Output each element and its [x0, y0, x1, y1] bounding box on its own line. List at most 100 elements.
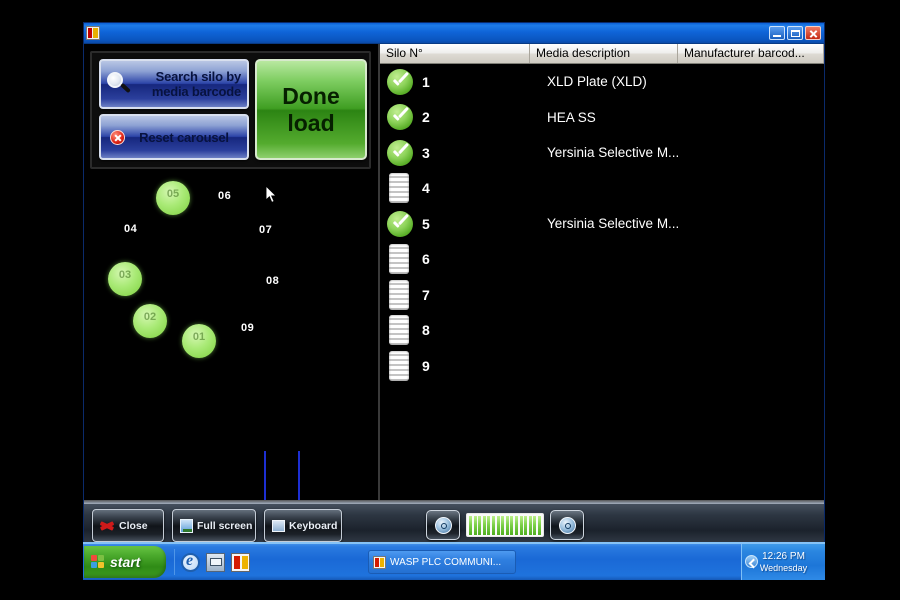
done-load-label-line1: Done: [282, 82, 340, 109]
carousel-marker-08[interactable]: 08: [266, 275, 279, 287]
fullscreen-toolbar-button[interactable]: Full screen: [172, 509, 256, 542]
rotate-right-icon: [558, 516, 576, 534]
wasp-icon: [373, 555, 386, 569]
table-row[interactable]: 9: [380, 348, 824, 384]
table-row[interactable]: 3 Yersinia Selective M...: [380, 135, 824, 171]
media-description: XLD Plate (XLD): [547, 74, 647, 90]
column-header-manufacturer-barcode[interactable]: Manufacturer barcod...: [678, 44, 824, 63]
search-button-label-line1: Search silo by: [155, 69, 242, 84]
carousel-marker-07[interactable]: 07: [259, 224, 272, 236]
silo-number: 4: [422, 180, 430, 197]
close-toolbar-button[interactable]: Close: [92, 509, 164, 542]
column-header-media-description[interactable]: Media description: [530, 44, 678, 63]
system-tray: 12:26 PM Wednesday: [741, 544, 825, 580]
wasp-app-icon: [86, 26, 100, 40]
table-row[interactable]: 7: [380, 277, 824, 313]
carousel-marker-04[interactable]: 04: [124, 223, 137, 235]
clock-day[interactable]: Wednesday: [760, 563, 807, 574]
taskbar-item-label: WASP PLC COMMUNI...: [390, 556, 502, 568]
carousel-marker-09[interactable]: 09: [241, 322, 254, 334]
task-button-area: WASP PLC COMMUNI...: [368, 550, 516, 574]
rotate-right-button[interactable]: [550, 510, 584, 540]
carousel-pane: Search silo by media barcode Reset carou…: [84, 44, 378, 511]
carousel-slot-05[interactable]: 05: [156, 181, 190, 215]
taskbar-item-wasp-plc[interactable]: WASP PLC COMMUNI...: [368, 550, 516, 574]
silo-empty-stack-icon: [389, 173, 409, 204]
search-silo-by-media-barcode-button[interactable]: Search silo by media barcode: [99, 59, 249, 109]
quick-launch-bar: [174, 549, 250, 575]
media-description: Yersinia Selective M...: [547, 216, 680, 232]
search-button-label-line2: media barcode: [151, 84, 241, 99]
table-row[interactable]: 8: [380, 313, 824, 349]
silo-number: 7: [422, 286, 430, 303]
magnifier-icon: [106, 71, 132, 97]
silo-number: 2: [422, 109, 430, 126]
keyboard-icon: [272, 519, 285, 532]
grid-body: 1 XLD Plate (XLD) 2 HEA SS 3 Yersinia Se…: [380, 64, 824, 500]
rotate-left-icon: [434, 516, 452, 534]
grid-header-row: Silo N° Media description Manufacturer b…: [380, 44, 824, 64]
carousel-diagram[interactable]: 05 03 02 01 06 04 07 08 09: [84, 174, 378, 511]
silo-data-grid: Silo N° Media description Manufacturer b…: [380, 44, 824, 500]
table-row[interactable]: 6: [380, 242, 824, 278]
silo-number: 8: [422, 322, 430, 339]
minimize-button[interactable]: [769, 26, 785, 40]
screen: Search silo by media barcode Reset carou…: [0, 0, 900, 600]
keyboard-toolbar-label: Keyboard: [289, 519, 338, 532]
application-window: Search silo by media barcode Reset carou…: [83, 22, 825, 578]
silo-loaded-check-icon: [387, 139, 413, 166]
close-button[interactable]: [805, 26, 821, 40]
fullscreen-icon: [180, 518, 193, 533]
window-client-area: Search silo by media barcode Reset carou…: [84, 44, 824, 578]
start-button-label: start: [110, 554, 141, 570]
table-row[interactable]: 1 XLD Plate (XLD): [380, 64, 824, 100]
carousel-marker-06[interactable]: 06: [218, 190, 231, 202]
keyboard-toolbar-button[interactable]: Keyboard: [264, 509, 342, 542]
carousel-slot-03[interactable]: 03: [108, 262, 142, 296]
rotate-left-button[interactable]: [426, 510, 460, 540]
carousel-progress-gauge: [466, 513, 544, 537]
reset-button-label: Reset carousel: [139, 129, 229, 145]
fullscreen-toolbar-label: Full screen: [197, 519, 253, 532]
maximize-button[interactable]: [787, 26, 803, 40]
silo-number: 5: [422, 215, 430, 232]
carousel-slot-02[interactable]: 02: [133, 304, 167, 338]
silo-number: 1: [422, 73, 430, 90]
window-title-bar[interactable]: [84, 23, 824, 44]
carousel-slot-02-label: 02: [143, 311, 157, 323]
action-button-panel: Search silo by media barcode Reset carou…: [90, 51, 371, 169]
windows-taskbar: start WASP PLC COMMUNI... 12:26 PM Wedne…: [83, 542, 825, 580]
silo-loaded-check-icon: [387, 68, 413, 95]
internet-explorer-icon[interactable]: [181, 552, 200, 572]
close-toolbar-label: Close: [119, 519, 148, 532]
wasp-icon[interactable]: [231, 552, 250, 572]
media-description: HEA SS: [547, 109, 596, 125]
carousel-slot-03-label: 03: [118, 269, 132, 281]
window-controls: [769, 26, 821, 40]
show-desktop-icon[interactable]: [206, 552, 225, 572]
close-x-icon: [99, 519, 115, 533]
reset-carousel-button[interactable]: Reset carousel: [99, 114, 249, 160]
tray-expand-icon[interactable]: [745, 555, 758, 568]
silo-empty-stack-icon: [389, 350, 409, 381]
silo-loaded-check-icon: [387, 104, 413, 131]
carousel-slot-01[interactable]: 01: [182, 324, 216, 358]
done-load-label-line2: load: [287, 109, 335, 136]
carousel-slot-05-label: 05: [166, 188, 180, 200]
media-description: Yersinia Selective M...: [547, 145, 680, 161]
windows-flag-icon: [91, 555, 106, 569]
silo-empty-stack-icon: [389, 279, 409, 310]
table-row[interactable]: 5 Yersinia Selective M...: [380, 206, 824, 242]
silo-number: 3: [422, 144, 430, 161]
silo-loaded-check-icon: [387, 210, 413, 237]
start-button[interactable]: start: [84, 546, 166, 578]
column-header-silo-number[interactable]: Silo N°: [380, 44, 530, 63]
mouse-cursor: [266, 186, 278, 204]
done-load-button[interactable]: Done load: [255, 59, 367, 160]
silo-number: 6: [422, 251, 430, 268]
silo-number: 9: [422, 357, 430, 374]
clock-time[interactable]: 12:26 PM: [762, 551, 805, 563]
red-x-circle-icon: [110, 129, 125, 145]
table-row[interactable]: 4: [380, 171, 824, 207]
table-row[interactable]: 2 HEA SS: [380, 100, 824, 136]
